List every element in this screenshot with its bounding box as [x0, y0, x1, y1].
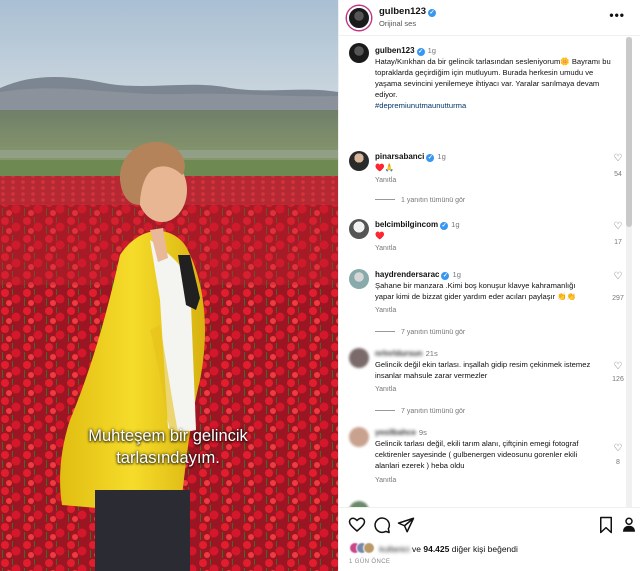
author-avatar[interactable] [347, 6, 371, 30]
commenter-username[interactable]: yesilbahce [375, 428, 416, 437]
commenter-avatar[interactable] [349, 219, 369, 239]
view-replies-label: 7 yanıtın tümünü gör [401, 329, 466, 336]
audio-label[interactable]: Orijinal ses [379, 19, 416, 28]
comment-time: 1g [452, 270, 461, 279]
verified-badge-icon: ✓ [426, 154, 435, 162]
subtitle-line-2: tarlasındayım. [116, 449, 220, 467]
comment-time: 1g [451, 220, 460, 229]
view-replies-link[interactable]: 7 yanıtın tümünü gör [375, 329, 465, 336]
author-username[interactable]: gulben123 [379, 6, 426, 17]
liker-name[interactable]: kullanici [379, 544, 409, 554]
comment-time: 21s [425, 349, 438, 358]
video-subtitle: Muhteşem bir gelincik tarlasındayım. [68, 425, 268, 469]
likes-suffix: diğer kişi beğendi [451, 544, 518, 554]
commenter-username[interactable]: nrlnrldursun [375, 349, 423, 358]
caption-text: Hatay/Kırıkhan da bir gelincik tarlasınd… [375, 57, 611, 99]
liker-avatars [349, 542, 375, 554]
commenter-username[interactable]: belcimbilgincom [375, 220, 438, 229]
subtitle-line-1: Muhteşem bir gelincik [88, 427, 248, 445]
caption-hashtag[interactable]: #depremiunutmaunutturma [375, 100, 620, 111]
comment-icon[interactable] [373, 516, 391, 534]
likes-summary[interactable]: kullanici ve 94.425 diğer kişi beğendi [349, 542, 518, 554]
comment-like-heart-icon[interactable]: ♡ [611, 153, 625, 164]
reply-button[interactable]: Yanıtla [375, 307, 396, 314]
poppy-field-scene [0, 0, 338, 571]
comment-text: Gelincik tarlası değil, ekili tarım alan… [375, 439, 579, 470]
comment-like-heart-icon[interactable]: ♡ [611, 271, 625, 282]
commenter-avatar[interactable] [349, 427, 369, 447]
people-tag-icon[interactable] [620, 516, 638, 534]
send-icon[interactable] [397, 516, 415, 534]
verified-badge-icon: ✓ [428, 9, 436, 17]
comment-text: Gelincik değil ekin tarlası. inşallah gi… [375, 360, 591, 380]
reply-button[interactable]: Yanıtla [375, 245, 396, 252]
post-side-panel: gulben123 ✓ Orijinal ses ••• gulben123 ✓ 1g… [338, 0, 640, 571]
likes-prefix: ve [412, 544, 421, 554]
verified-badge-icon: ✓ [440, 222, 449, 230]
post-actions-footer: kullanici ve 94.425 diğer kişi beğendi 1… [339, 507, 640, 571]
comments-scroll-area[interactable]: gulben123 ✓ 1g Hatay/Kırıkhan da bir gelin… [339, 37, 640, 507]
comment-like-heart-icon[interactable]: ♡ [611, 221, 625, 232]
verified-badge-icon: ✓ [441, 272, 450, 280]
caption-username[interactable]: gulben123 [375, 46, 415, 55]
view-replies-label: 1 yanıtın tümünü gör [401, 197, 466, 204]
view-replies-link[interactable]: 1 yanıtın tümünü gör [375, 197, 465, 204]
heart-icon[interactable] [348, 516, 366, 534]
bookmark-icon[interactable] [597, 516, 615, 534]
comments-scrollbar[interactable] [626, 37, 632, 507]
commenter-username[interactable]: pinarsabanci [375, 152, 424, 161]
commenter-avatar[interactable] [349, 269, 369, 289]
verified-badge-icon: ✓ [416, 48, 425, 56]
comment-like-heart-icon[interactable]: ♡ [611, 443, 625, 454]
author-username-row[interactable]: gulben123 ✓ [379, 6, 436, 17]
comment-text: ♥️ [375, 231, 385, 240]
view-replies-link[interactable]: 7 yanıtın tümünü gör [375, 408, 465, 415]
reply-button[interactable]: Yanıtla [375, 386, 396, 393]
caption-time: 1g [427, 46, 437, 55]
comment-time: 1g [437, 152, 446, 161]
more-options-icon[interactable]: ••• [609, 8, 625, 22]
comment-text: ♥️🙏 [375, 163, 394, 172]
commenter-username[interactable]: haydrendersarac [375, 270, 439, 279]
reply-button[interactable]: Yanıtla [375, 177, 396, 184]
scrollbar-thumb[interactable] [626, 37, 632, 227]
post-header: gulben123 ✓ Orijinal ses ••• [339, 0, 640, 36]
post-video[interactable]: Muhteşem bir gelincik tarlasındayım. [0, 0, 338, 571]
likes-count[interactable]: 94.425 [423, 544, 449, 554]
commenter-avatar[interactable] [349, 151, 369, 171]
view-replies-label: 7 yanıtın tümünü gör [401, 408, 466, 415]
post-timestamp: 1 GÜN ÖNCE [349, 559, 391, 565]
commenter-avatar[interactable] [349, 348, 369, 368]
caption-avatar[interactable] [349, 43, 369, 63]
comment-time: 9s [418, 428, 427, 437]
comment-text: Şahane bir manzara .Kimi boş konuşur kla… [375, 281, 577, 301]
reply-button[interactable]: Yanıtla [375, 477, 396, 484]
comment-like-heart-icon[interactable]: ♡ [611, 361, 625, 372]
